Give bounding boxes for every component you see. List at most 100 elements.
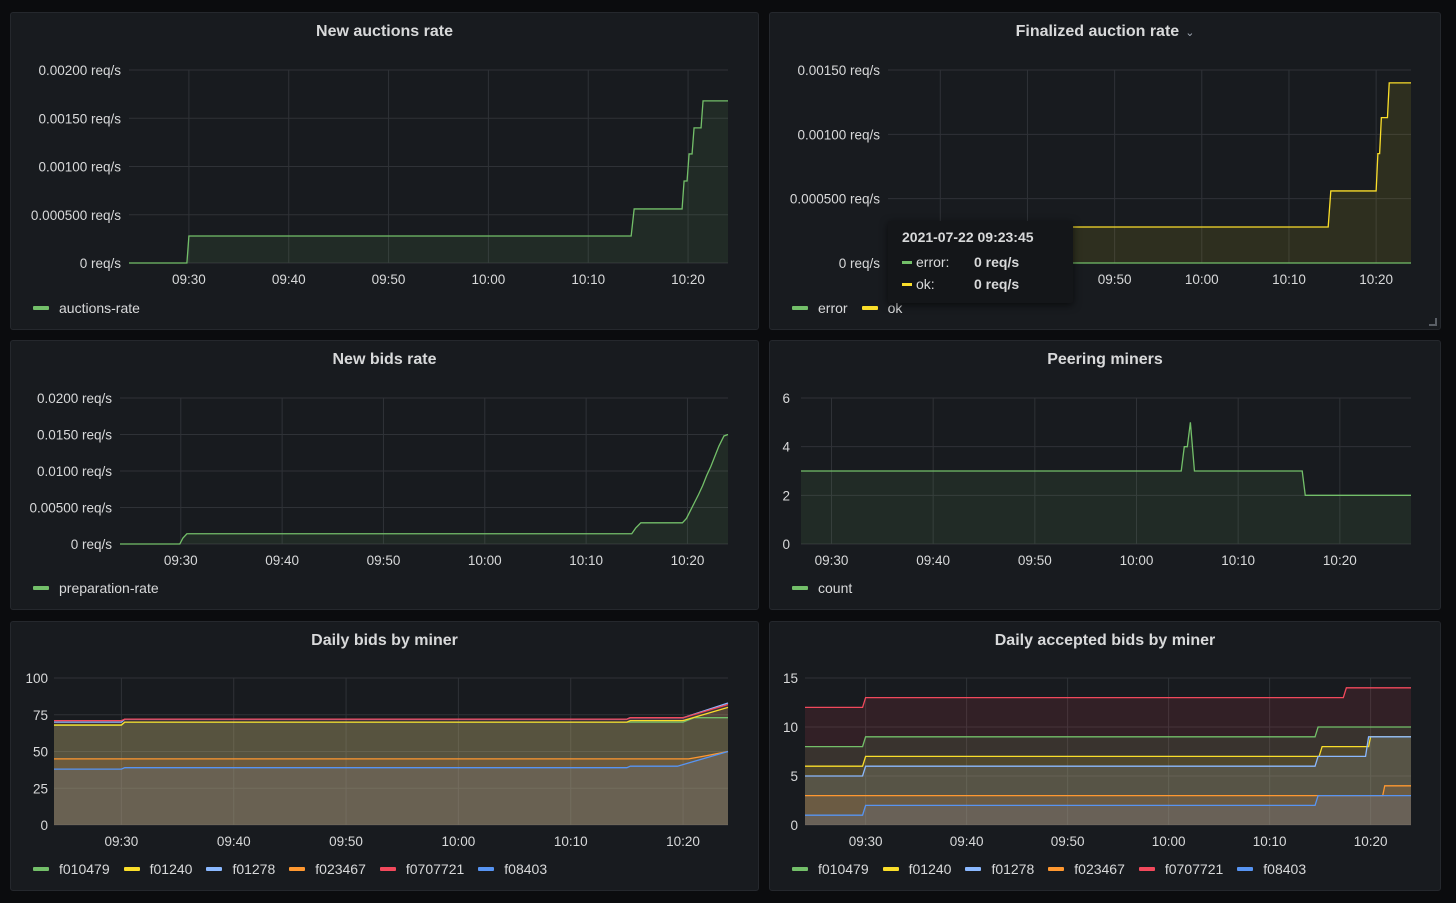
tooltip-series-value: 0 req/s [974, 276, 1020, 292]
y-tick-label: 0.0150 req/s [37, 428, 112, 443]
x-tick-label: 10:10 [571, 272, 605, 287]
y-tick-label: 5 [790, 769, 798, 784]
legend-swatch [792, 306, 808, 310]
y-tick-label: 0.000500 req/s [31, 208, 121, 223]
legend-swatch [792, 867, 808, 871]
legend-swatch [792, 586, 808, 590]
legend: f010479 f01240 f01278 f023467 f0707721 f08403 [792, 861, 1306, 877]
x-tick-label: 09:40 [217, 834, 251, 849]
legend-label: f01240 [908, 861, 952, 877]
legend-item-count[interactable]: count [792, 580, 852, 596]
x-tick-label: 10:20 [1323, 553, 1357, 568]
legend-item-f08403[interactable]: f08403 [1237, 861, 1306, 877]
legend-item-f0707721[interactable]: f0707721 [379, 861, 465, 877]
legend-item-f01240[interactable]: f01240 [882, 861, 952, 877]
y-tick-label: 15 [783, 671, 798, 686]
series-area-count [801, 422, 1411, 544]
y-tick-label: 0.00150 req/s [797, 63, 880, 78]
legend-label: error [818, 300, 848, 316]
x-tick-label: 10:10 [1272, 272, 1306, 287]
legend-label: count [818, 580, 853, 596]
legend-item-f01278[interactable]: f01278 [206, 861, 275, 877]
tooltip-time: 2021-07-22 09:23:45 [902, 229, 1034, 245]
legend-swatch [882, 867, 899, 871]
tooltip-swatch [902, 282, 912, 286]
legend-swatch [1048, 867, 1065, 871]
chart-peering-miners[interactable]: 0 2 4 6 09:30 09:40 09:50 10:00 10:10 10:20 [770, 341, 1442, 611]
x-tick-label: 09:40 [950, 834, 984, 849]
x-tick-label: 09:50 [372, 272, 406, 287]
legend-swatch [33, 586, 49, 590]
x-tick-label: 10:10 [569, 553, 603, 568]
legend-label: auctions-rate [59, 300, 140, 316]
legend-item-f08403[interactable]: f08403 [478, 861, 547, 877]
y-tick-label: 0.00200 req/s [38, 63, 121, 78]
x-tick-label: 09:30 [172, 272, 206, 287]
y-tick-label: 50 [33, 745, 48, 760]
resize-handle[interactable] [1429, 318, 1437, 326]
y-tick-label: 0.0200 req/s [37, 391, 112, 406]
legend: f010479 f01240 f01278 f023467 f0707721 f08403 [33, 861, 547, 877]
y-tick-label: 0.0100 req/s [37, 464, 112, 479]
chart-daily-accepted-bids-by-miner[interactable]: 0 5 10 15 09:30 09:40 09:50 10:00 10:10 10:20 [770, 622, 1442, 892]
x-tick-label: 10:20 [1354, 834, 1388, 849]
panel-daily-bids-by-miner: Daily bids by miner 0 25 50 75 100 09:30 09:40… [10, 621, 759, 891]
legend-swatch [1237, 867, 1254, 871]
x-tick-label: 10:00 [1152, 834, 1186, 849]
x-tick-label: 09:50 [329, 834, 363, 849]
legend-label: f01240 [149, 861, 193, 877]
legend-swatch [289, 867, 306, 871]
tooltip-swatch [902, 260, 912, 264]
legend-item-f010479[interactable]: f010479 [792, 861, 869, 877]
y-tick-label: 0.00150 req/s [38, 111, 121, 126]
chart-daily-bids-by-miner[interactable]: 0 25 50 75 100 09:30 09:40 09:50 10:00 10:10 10:20 [11, 622, 760, 892]
x-tick-label: 10:20 [671, 272, 705, 287]
x-tick-label: 10:00 [468, 553, 502, 568]
legend-label: preparation-rate [59, 580, 159, 596]
legend-item-f0707721[interactable]: f0707721 [1138, 861, 1223, 877]
legend: auctions-rate [33, 300, 140, 316]
x-tick-label: 10:00 [472, 272, 506, 287]
x-tick-label: 10:10 [554, 834, 588, 849]
x-tick-label: 09:50 [1051, 834, 1085, 849]
legend-item-f023467[interactable]: f023467 [1048, 861, 1125, 877]
panel-new-auctions-rate: New auctions rate 0 req/s 0.000500 req/s 0… [10, 12, 759, 330]
legend-item-preparation-rate[interactable]: preparation-rate [33, 580, 159, 596]
y-tick-label: 75 [33, 708, 48, 723]
legend-item-f01278[interactable]: f01278 [965, 861, 1034, 877]
x-tick-label: 09:30 [164, 553, 198, 568]
legend-label: f0707721 [405, 861, 465, 877]
x-tick-label: 10:00 [1185, 272, 1219, 287]
x-tick-label: 10:00 [1120, 553, 1154, 568]
y-tick-label: 0.00100 req/s [38, 160, 121, 175]
x-tick-label: 10:10 [1253, 834, 1287, 849]
chart-new-bids-rate[interactable]: 0 req/s 0.00500 req/s 0.0100 req/s 0.0150 r… [11, 341, 760, 611]
legend-swatch [379, 867, 396, 871]
series-line-f0707721 [54, 703, 729, 722]
panel-peering-miners: Peering miners 0 2 4 6 09:30 09:40 09:50 10:00 1… [769, 340, 1441, 610]
legend-swatch [861, 306, 878, 310]
legend-item-f010479[interactable]: f010479 [33, 861, 110, 877]
y-tick-label: 4 [782, 440, 790, 455]
panel-daily-accepted-bids-by-miner: Daily accepted bids by miner 0 5 10 15 09:30… [769, 621, 1441, 891]
y-tick-label: 100 [25, 671, 48, 686]
legend-label: f08403 [1263, 861, 1307, 877]
legend-label: f023467 [1074, 861, 1125, 877]
x-tick-label: 09:30 [105, 834, 139, 849]
x-tick-label: 10:00 [442, 834, 476, 849]
tooltip-row-ok: ok: 0 req/s [902, 273, 1059, 295]
y-tick-label: 0 [40, 818, 48, 833]
legend-item-f01240[interactable]: f01240 [123, 861, 193, 877]
legend-label: f08403 [504, 861, 548, 877]
legend-item-error[interactable]: error [792, 300, 848, 316]
y-tick-label: 0.00500 req/s [29, 501, 112, 516]
chart-new-auctions-rate[interactable]: 0 req/s 0.000500 req/s 0.00100 req/s 0.0015… [11, 13, 760, 331]
tooltip-series-name: ok: [916, 276, 935, 292]
x-tick-label: 09:40 [265, 553, 299, 568]
chart-finalized-auction-rate[interactable]: 0 req/s 0.000500 req/s 0.00100 req/s 0.0015… [770, 13, 1442, 331]
x-tick-label: 09:50 [367, 553, 401, 568]
legend-item-f023467[interactable]: f023467 [289, 861, 366, 877]
legend-item-auctions-rate[interactable]: auctions-rate [33, 300, 140, 316]
y-tick-label: 25 [33, 781, 48, 796]
series-line-preparation-rate [120, 433, 729, 545]
